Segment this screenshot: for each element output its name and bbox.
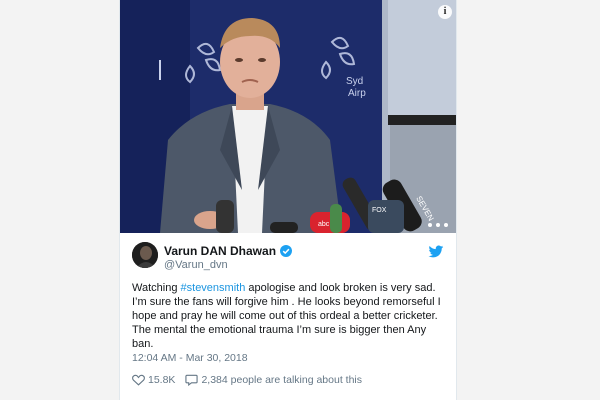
info-icon[interactable]: i: [438, 5, 452, 19]
page: Syd Airp SEVEN FOX abc i Varun DAN Dhawa…: [0, 0, 600, 400]
press-conference-photo: Syd Airp SEVEN FOX abc: [120, 0, 456, 233]
author-handle[interactable]: @Varun_dvn: [164, 259, 228, 271]
svg-text:Airp: Airp: [348, 88, 366, 99]
like-count[interactable]: 15.8K: [148, 374, 175, 386]
heart-icon[interactable]: [132, 374, 145, 386]
talking-count[interactable]: 2,384 people are talking about this: [201, 374, 362, 386]
tweet-header: Varun DAN Dhawan @Varun_dvn: [132, 242, 446, 274]
comment-bubble-icon[interactable]: [185, 374, 199, 386]
svg-text:Syd: Syd: [346, 76, 363, 87]
tweet-text-prefix: Watching: [132, 282, 181, 294]
author-name[interactable]: Varun DAN Dhawan: [164, 244, 276, 258]
tweet-text: Watching #stevensmith apologise and look…: [132, 281, 448, 351]
hashtag-link[interactable]: #stevensmith: [181, 282, 246, 294]
tweet-timestamp[interactable]: 12:04 AM - Mar 30, 2018: [132, 352, 248, 364]
embedded-tweet-card[interactable]: Syd Airp SEVEN FOX abc i Varun DAN Dhawa…: [119, 0, 457, 400]
svg-text:abc: abc: [318, 221, 330, 228]
author-name-row: Varun DAN Dhawan: [164, 244, 293, 258]
tweet-actions: 15.8K 2,384 people are talking about thi…: [132, 372, 362, 388]
twitter-bird-icon[interactable]: [428, 245, 444, 259]
tweet-photo[interactable]: Syd Airp SEVEN FOX abc i: [120, 0, 456, 233]
svg-text:FOX: FOX: [372, 207, 387, 214]
avatar[interactable]: [132, 242, 158, 268]
verified-badge-icon: [280, 245, 293, 257]
